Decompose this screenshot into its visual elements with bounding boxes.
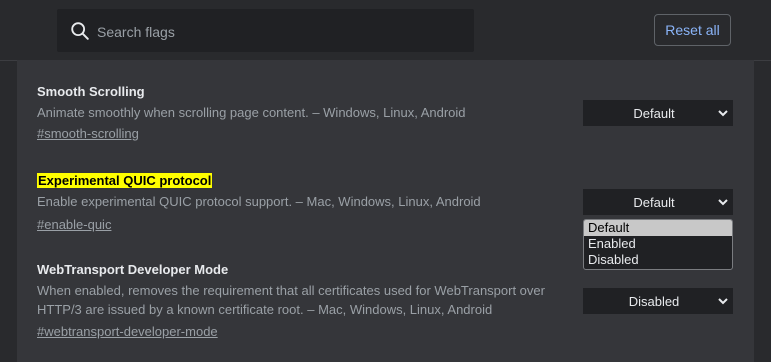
chevron-down-icon — [713, 100, 733, 126]
flag-select-webtransport-developer-mode[interactable]: Disabled — [583, 288, 733, 314]
search-box[interactable] — [57, 9, 474, 54]
select-dropdown-list: Default Enabled Disabled — [583, 219, 733, 270]
flag-description: Enable experimental QUIC protocol suppor… — [37, 194, 481, 209]
chevron-down-icon — [713, 288, 733, 314]
flag-anchor-link[interactable]: #webtransport-developer-mode — [37, 324, 218, 339]
dropdown-option[interactable]: Default — [584, 220, 732, 236]
header: Reset all — [0, 0, 771, 60]
select-value: Default — [633, 194, 675, 210]
reset-all-button[interactable]: Reset all — [654, 14, 731, 46]
flag-title: Experimental QUIC protocol — [37, 173, 213, 188]
select-value: Disabled — [628, 293, 680, 309]
chevron-down-icon — [713, 189, 733, 215]
flag-title: Smooth Scrolling — [37, 84, 145, 99]
flag-description: Animate smoothly when scrolling page con… — [37, 105, 466, 120]
flag-description-line: HTTP/3 are issued by a known certificate… — [37, 302, 493, 317]
select-value: Default — [633, 105, 675, 121]
flag-title: WebTransport Developer Mode — [37, 262, 229, 277]
flag-select-enable-quic[interactable]: Default — [583, 189, 733, 215]
flag-anchor-link[interactable]: #smooth-scrolling — [37, 126, 139, 141]
dropdown-option[interactable]: Enabled — [584, 236, 732, 252]
flag-select-smooth-scrolling[interactable]: Default — [583, 100, 733, 126]
flag-description-line: When enabled, removes the requirement th… — [37, 283, 545, 298]
dropdown-option[interactable]: Disabled — [584, 252, 732, 268]
search-icon — [71, 22, 89, 40]
flag-anchor-link[interactable]: #enable-quic — [37, 217, 111, 232]
search-input[interactable] — [95, 9, 469, 54]
flags-page: Reset all Smooth Scrolling Animate smoot… — [0, 0, 771, 362]
